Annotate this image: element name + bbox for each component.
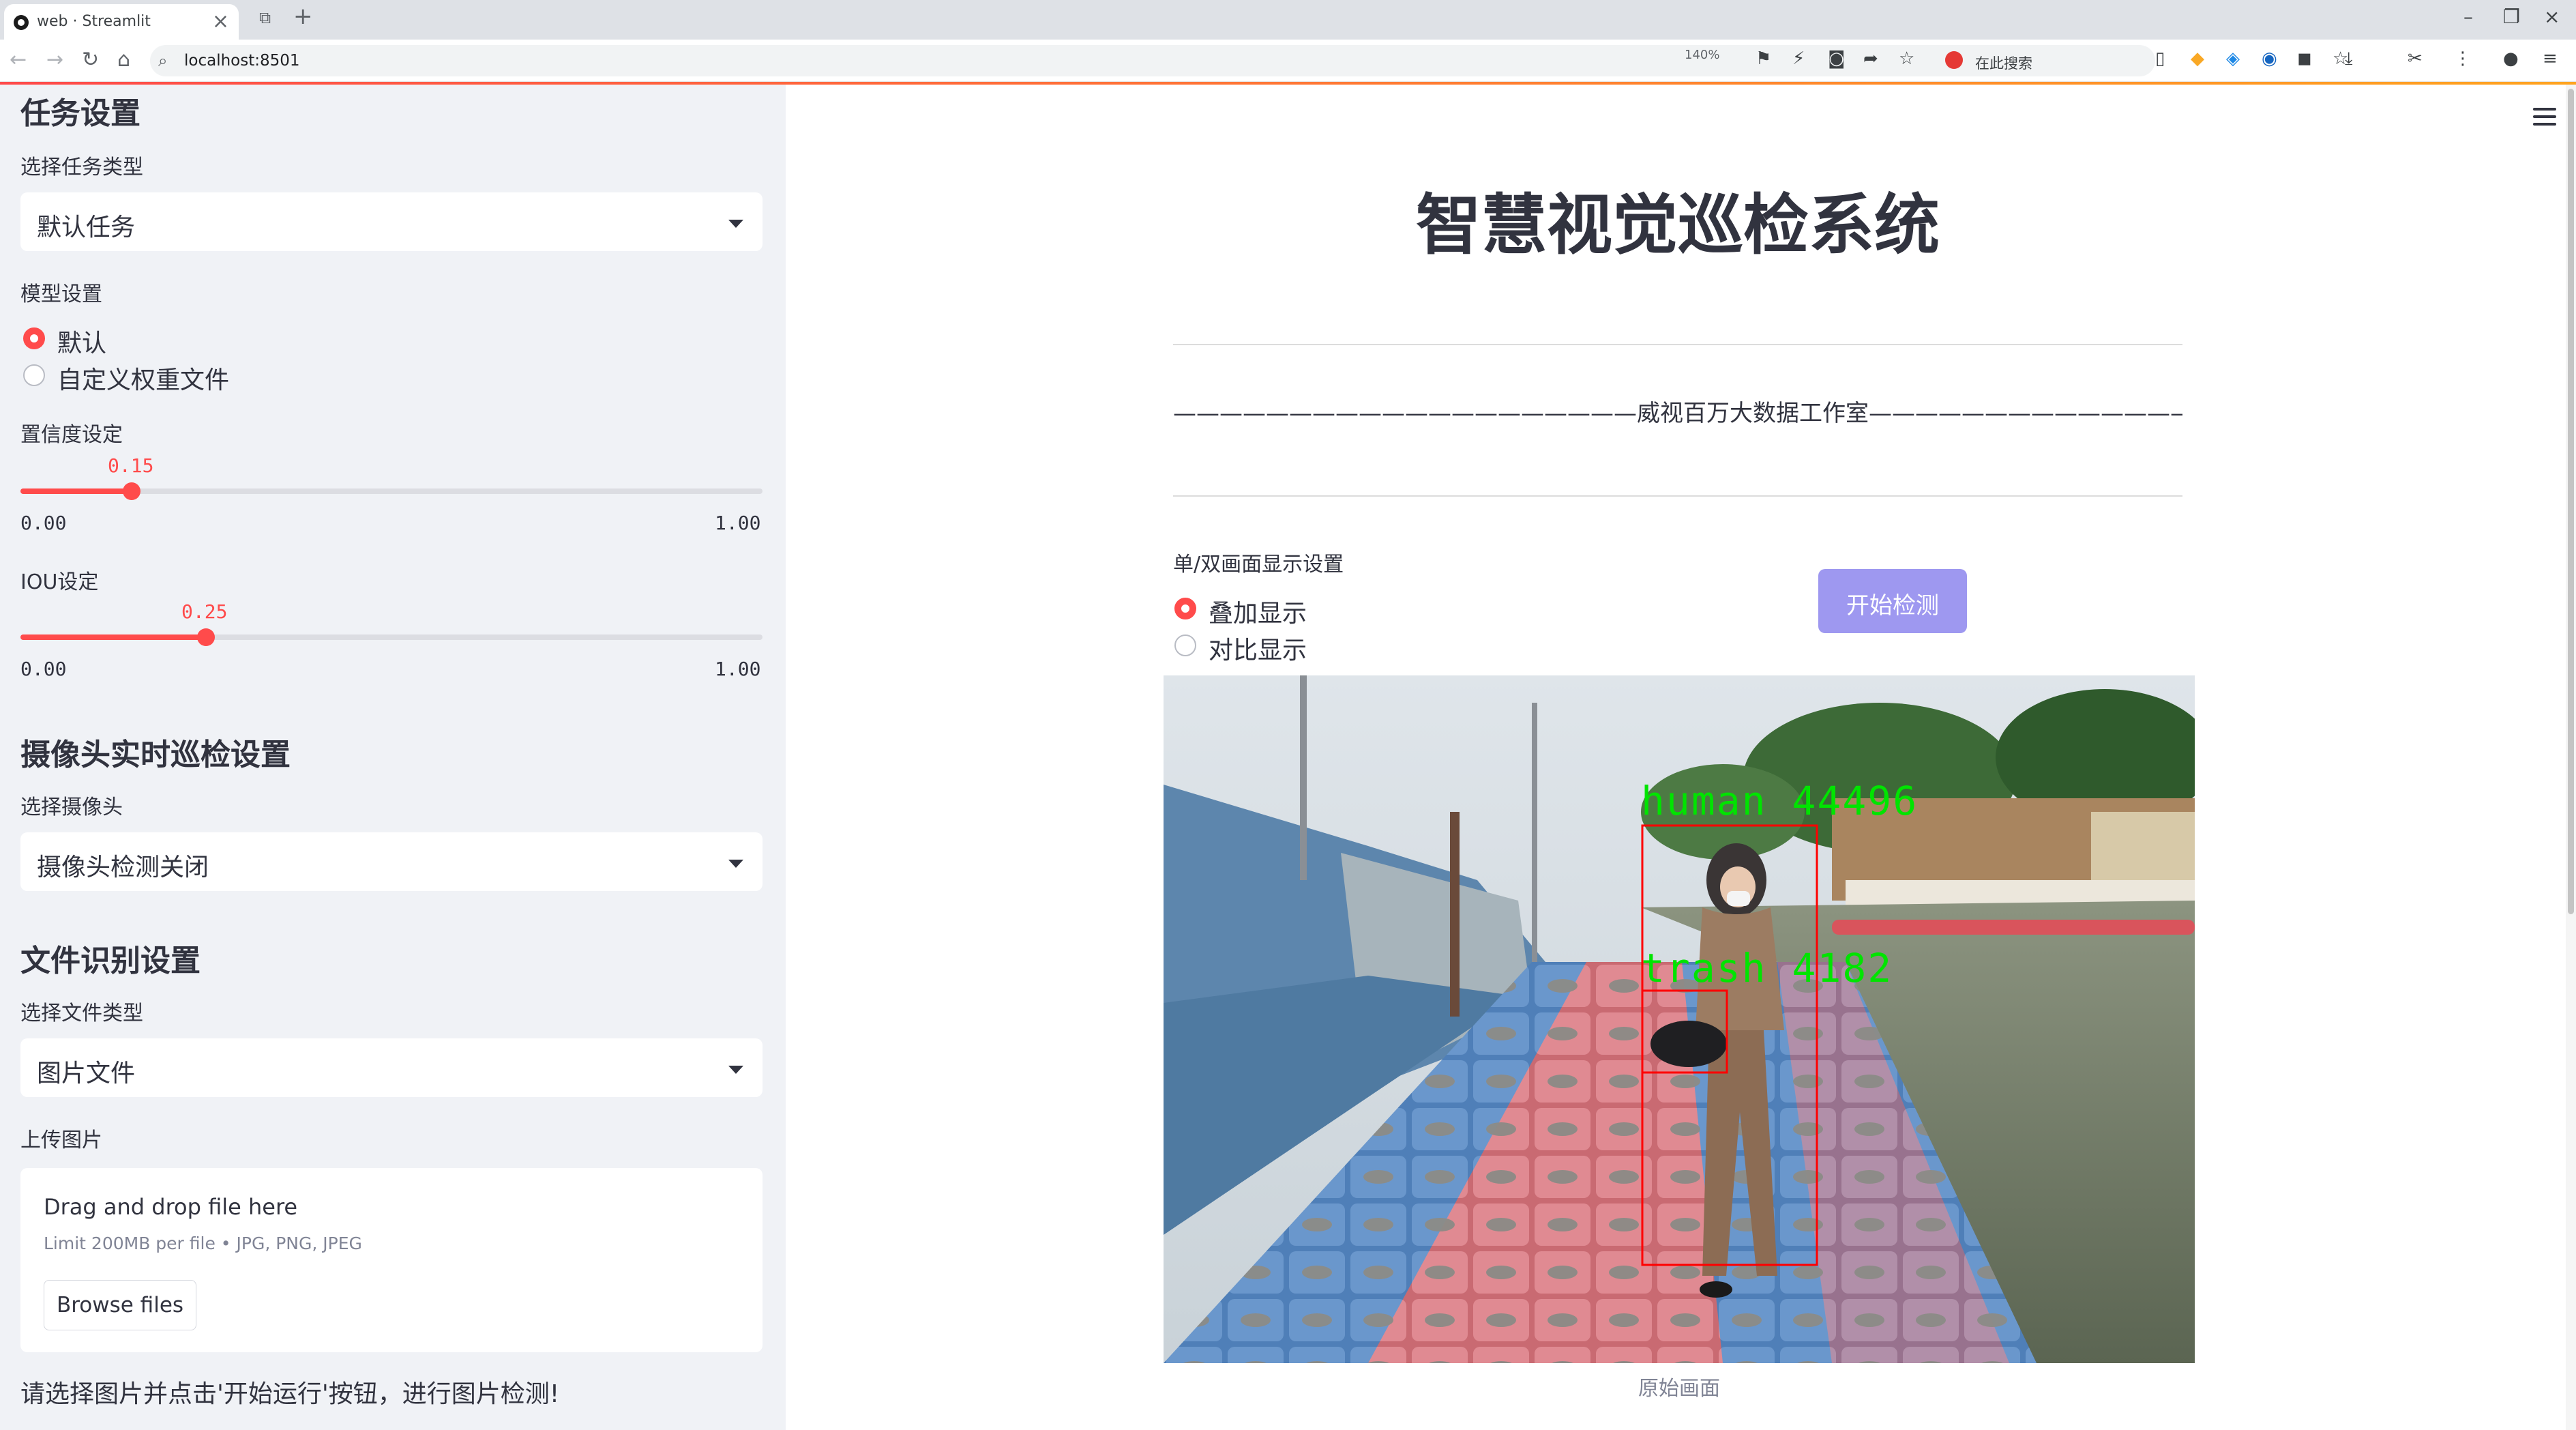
reload-icon[interactable]: ↻ — [82, 48, 99, 72]
display-mode-label: 单/双画面显示设置 — [1173, 553, 1344, 577]
extension-icon-4[interactable]: ◼ — [2297, 48, 2312, 69]
confidence-min: 0.00 — [20, 512, 67, 534]
search-placeholder: 在此搜索 — [1975, 55, 2032, 72]
dropzone-title: Drag and drop file here — [44, 1194, 298, 1220]
camera-select-label: 选择摄像头 — [20, 796, 123, 819]
camera-select-value: 摄像头检测关闭 — [37, 853, 209, 881]
extension-icon[interactable]: ◆ — [2191, 48, 2204, 69]
chevron-down-icon — [728, 1066, 743, 1074]
start-detection-button[interactable]: 开始检测 — [1818, 569, 1967, 633]
phone-icon[interactable]: ▯ — [2155, 48, 2165, 69]
translate-icon[interactable]: ⚑ — [1756, 48, 1771, 69]
sidebar-instruction: 请选择图片并点击'开始运行'按钮，进行图片检测! — [20, 1380, 560, 1408]
confidence-slider-thumb[interactable] — [123, 482, 141, 500]
avatar-icon[interactable]: ● — [2503, 48, 2519, 69]
share-icon[interactable]: ➦ — [1863, 48, 1878, 69]
lightning-icon[interactable]: ⚡ — [1792, 48, 1805, 69]
task-type-select[interactable]: 默认任务 — [20, 192, 763, 251]
streamlit-logo-icon — [14, 15, 29, 30]
radio-label: 默认 — [57, 330, 107, 358]
star-icon[interactable]: ☆ — [1899, 48, 1914, 69]
detection-result-image: human 44496 trash 4182 — [1164, 675, 2195, 1363]
browse-files-button[interactable]: Browse files — [44, 1280, 196, 1330]
forward-icon[interactable]: → — [46, 48, 63, 72]
new-tab-icon[interactable]: + — [293, 3, 313, 30]
start-detection-label: 开始检测 — [1846, 592, 1939, 619]
extension-icon-2[interactable]: ◈ — [2226, 48, 2240, 69]
radio-unselected-icon — [1174, 634, 1196, 656]
tab-group-icon[interactable]: ⧉ — [259, 8, 271, 27]
task-type-label: 选择任务类型 — [20, 156, 143, 179]
confidence-max: 1.00 — [715, 512, 761, 534]
url-field[interactable]: ⌕ localhost:8501 — [150, 45, 2155, 76]
trash-detection-label: trash 4182 — [1641, 945, 1893, 991]
sidebar: 任务设置 选择任务类型 默认任务 模型设置 默认 自定义权重文件 置信度设定 0… — [0, 85, 786, 1430]
model-settings-label: 模型设置 — [20, 282, 102, 306]
search-engine-icon — [1945, 51, 1963, 69]
minimize-icon[interactable]: – — [2463, 5, 2473, 28]
image-caption: 原始画面 — [1638, 1377, 1720, 1401]
tab-title: web · Streamlit — [37, 13, 151, 30]
browser-tab-bar: web · Streamlit × ⧉ + – ❐ × — [0, 0, 2576, 40]
browse-files-label: Browse files — [56, 1293, 184, 1317]
hamburger-menu-icon[interactable] — [2533, 108, 2556, 126]
radio-label: 叠加显示 — [1209, 600, 1307, 628]
file-settings-heading: 文件识别设置 — [20, 944, 201, 978]
radio-label: 对比显示 — [1209, 637, 1307, 665]
page-title: 智慧视觉巡检系统 — [1416, 187, 1940, 263]
file-type-select[interactable]: 图片文件 — [20, 1038, 763, 1097]
url-text: localhost:8501 — [184, 52, 300, 70]
zoom-indicator[interactable]: 140% — [1685, 48, 1719, 62]
upload-label: 上传图片 — [20, 1128, 102, 1152]
chevron-down-icon — [728, 860, 743, 868]
radio-label: 自定义权重文件 — [57, 366, 230, 394]
more-icon[interactable]: ⋮ — [2454, 48, 2472, 69]
restore-icon[interactable]: ❐ — [2503, 5, 2520, 28]
radio-selected-icon — [23, 327, 45, 349]
close-tab-icon[interactable]: × — [212, 10, 229, 33]
divider — [1173, 495, 2182, 497]
confidence-value: 0.15 — [108, 454, 154, 477]
scissors-icon[interactable]: ✂ — [2408, 48, 2423, 69]
human-class: human — [1641, 778, 1767, 824]
back-icon[interactable]: ← — [10, 48, 27, 72]
screenshot-icon[interactable]: ◙ — [1828, 48, 1845, 69]
iou-label: IOU设定 — [20, 570, 99, 594]
file-dropzone[interactable]: Drag and drop file here Limit 200MB per … — [20, 1168, 763, 1352]
search-icon: ⌕ — [158, 51, 168, 70]
browser-search-box[interactable]: 在此搜索 — [1937, 45, 2142, 76]
human-detection-label: human 44496 — [1641, 778, 1918, 824]
human-score: 44496 — [1792, 778, 1919, 824]
trash-score: 4182 — [1792, 945, 1893, 991]
iou-slider-thumb[interactable] — [197, 628, 215, 646]
scrollbar-thumb[interactable] — [2568, 89, 2574, 914]
home-icon[interactable]: ⌂ — [117, 48, 130, 72]
confidence-label: 置信度设定 — [20, 423, 123, 447]
radio-unselected-icon — [23, 364, 45, 386]
trash-class: trash — [1641, 945, 1767, 991]
task-settings-heading: 任务设置 — [20, 96, 140, 131]
iou-slider-fill — [20, 634, 206, 640]
chevron-down-icon — [728, 220, 743, 228]
file-type-value: 图片文件 — [37, 1060, 136, 1088]
task-type-value: 默认任务 — [37, 214, 136, 242]
studio-line: ————————————————————威视百万大数据工作室——————————… — [1173, 400, 2182, 427]
iou-min: 0.00 — [20, 658, 67, 680]
radio-selected-icon — [1174, 598, 1196, 619]
camera-select[interactable]: 摄像头检测关闭 — [20, 832, 763, 891]
camera-settings-heading: 摄像头实时巡检设置 — [20, 738, 291, 772]
file-type-label: 选择文件类型 — [20, 1002, 143, 1025]
iou-slider[interactable] — [20, 634, 763, 640]
browser-menu-icon[interactable]: ≡ — [2543, 48, 2558, 69]
iou-value: 0.25 — [181, 600, 228, 623]
extension-icon-3[interactable]: ◉ — [2262, 48, 2277, 69]
address-bar: ← → ↻ ⌂ ⌕ localhost:8501 140% ⚑ ⚡ ◙ ➦ ☆ … — [0, 40, 2576, 82]
window-close-icon[interactable]: × — [2544, 5, 2560, 28]
download-icon[interactable]: ⤓ — [2345, 48, 2353, 70]
browser-tab[interactable]: web · Streamlit × — [4, 4, 239, 40]
confidence-slider-fill — [20, 488, 132, 494]
dropzone-limit: Limit 200MB per file • JPG, PNG, JPEG — [44, 1234, 362, 1253]
iou-max: 1.00 — [715, 658, 761, 680]
divider — [1173, 344, 2182, 345]
